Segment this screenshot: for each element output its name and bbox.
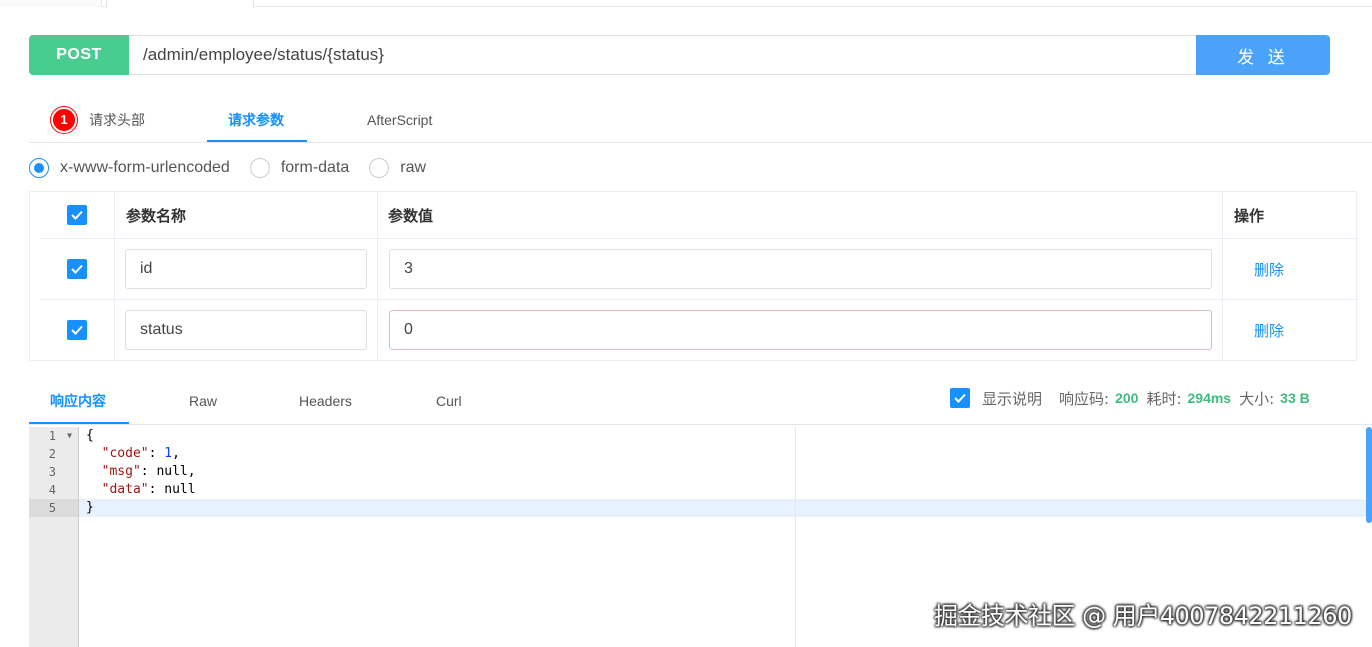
check-icon [71, 210, 83, 220]
fold-toggle-icon[interactable]: ▼ [67, 427, 72, 445]
tab-response-content[interactable]: 响应内容 [50, 378, 106, 424]
status-code-label: 响应码: [1059, 389, 1110, 408]
row-divider [40, 299, 1358, 300]
active-tab-indicator [207, 140, 307, 142]
check-icon [71, 325, 83, 335]
code-line: "code": 1, [101, 446, 180, 461]
response-size-value: 33 B [1280, 390, 1310, 406]
code-line: "msg": null, [101, 464, 196, 479]
url-bar: POST /admin/employee/status/{status} 发 送 [29, 35, 1330, 75]
param-value-input[interactable]: 3 [389, 249, 1212, 289]
elapsed-time-label: 耗时: [1146, 389, 1182, 408]
top-tab-current[interactable] [106, 0, 254, 8]
body-type-radio-group: x-www-form-urlencoded form-data raw [29, 157, 446, 179]
response-meta: 显示说明 响应码: 200 耗时: 294ms 大小: 33 B [950, 387, 1318, 409]
tab-request-headers-label: 请求头部 [89, 112, 145, 129]
vertical-scrollbar[interactable] [1366, 427, 1372, 523]
elapsed-time-value: 294ms [1187, 390, 1232, 406]
header-param-value: 参数值 [388, 206, 434, 225]
request-tabs: 1 请求头部 请求参数 AfterScript [29, 96, 1372, 143]
tab-response-raw[interactable]: Raw [189, 378, 217, 424]
radio-label: raw [400, 159, 427, 176]
column-divider [114, 192, 115, 360]
delete-row-link[interactable]: 删除 [1254, 320, 1284, 341]
check-icon [71, 264, 83, 274]
delete-row-link[interactable]: 删除 [1254, 259, 1284, 280]
status-code-value: 200 [1115, 390, 1139, 406]
url-input[interactable]: /admin/employee/status/{status} [129, 35, 1197, 75]
headers-count-badge: 1 [51, 106, 77, 133]
row-checkbox-id[interactable] [67, 259, 87, 279]
radio-raw[interactable]: raw [369, 158, 426, 178]
param-name-input[interactable]: status [125, 310, 367, 350]
active-tab-indicator [29, 422, 129, 424]
params-table: 参数名称 参数值 操作 id 3 删除 status 0 删除 [29, 191, 1358, 361]
top-tab-previous[interactable] [0, 0, 102, 7]
header-param-name: 参数名称 [126, 206, 187, 225]
radio-label: form-data [280, 159, 350, 176]
tab-response-headers[interactable]: Headers [299, 378, 352, 424]
print-margin [795, 427, 796, 647]
line-number-gutter: 1 ▼ 2 3 4 5 [29, 427, 79, 647]
show-description-checkbox[interactable] [950, 388, 970, 408]
radio-unchecked-icon[interactable] [249, 158, 270, 178]
code-line: "data": null [101, 482, 196, 497]
row-checkbox-status[interactable] [67, 320, 87, 340]
check-icon [954, 393, 966, 403]
method-badge[interactable]: POST [29, 35, 129, 75]
line-number: 2 [48, 447, 56, 461]
tab-response-curl[interactable]: Curl [436, 378, 462, 424]
column-divider [377, 192, 378, 360]
line-number: 3 [48, 465, 56, 479]
response-size-label: 大小: [1239, 389, 1275, 408]
radio-unchecked-icon[interactable] [369, 158, 390, 178]
row-divider [40, 238, 1358, 239]
radio-checked-icon[interactable] [29, 158, 49, 178]
param-name-input[interactable]: id [125, 249, 367, 289]
line-number: 1 ▼ [48, 427, 72, 445]
response-tabs: 响应内容 Raw Headers Curl 显示说明 响应码: 200 耗时: … [29, 378, 1372, 425]
radio-label: x-www-form-urlencoded [60, 159, 230, 176]
tab-request-params-label: 请求参数 [228, 112, 284, 129]
show-description-label: 显示说明 [982, 389, 1043, 408]
radio-x-www-form-urlencoded[interactable]: x-www-form-urlencoded [29, 158, 230, 178]
tab-afterscript[interactable]: AfterScript [367, 96, 432, 143]
column-divider [1222, 192, 1223, 360]
line-number: 5 [29, 499, 78, 517]
tab-request-params[interactable]: 请求参数 [228, 96, 284, 143]
code-line: } [79, 499, 1372, 517]
line-number: 4 [48, 483, 56, 497]
param-value-input[interactable]: 0 [389, 310, 1212, 350]
tab-afterscript-label: AfterScript [367, 111, 433, 128]
watermark: 掘金技术社区 @ 用户4007842211260 [934, 602, 1352, 630]
header-action: 操作 [1234, 206, 1265, 225]
select-all-checkbox[interactable] [67, 205, 87, 225]
tab-request-headers[interactable]: 1 请求头部 [51, 96, 145, 143]
code-line: { [86, 428, 94, 443]
radio-form-data[interactable]: form-data [249, 158, 350, 178]
send-button[interactable]: 发 送 [1196, 35, 1330, 75]
top-tab-strip [0, 0, 1372, 8]
